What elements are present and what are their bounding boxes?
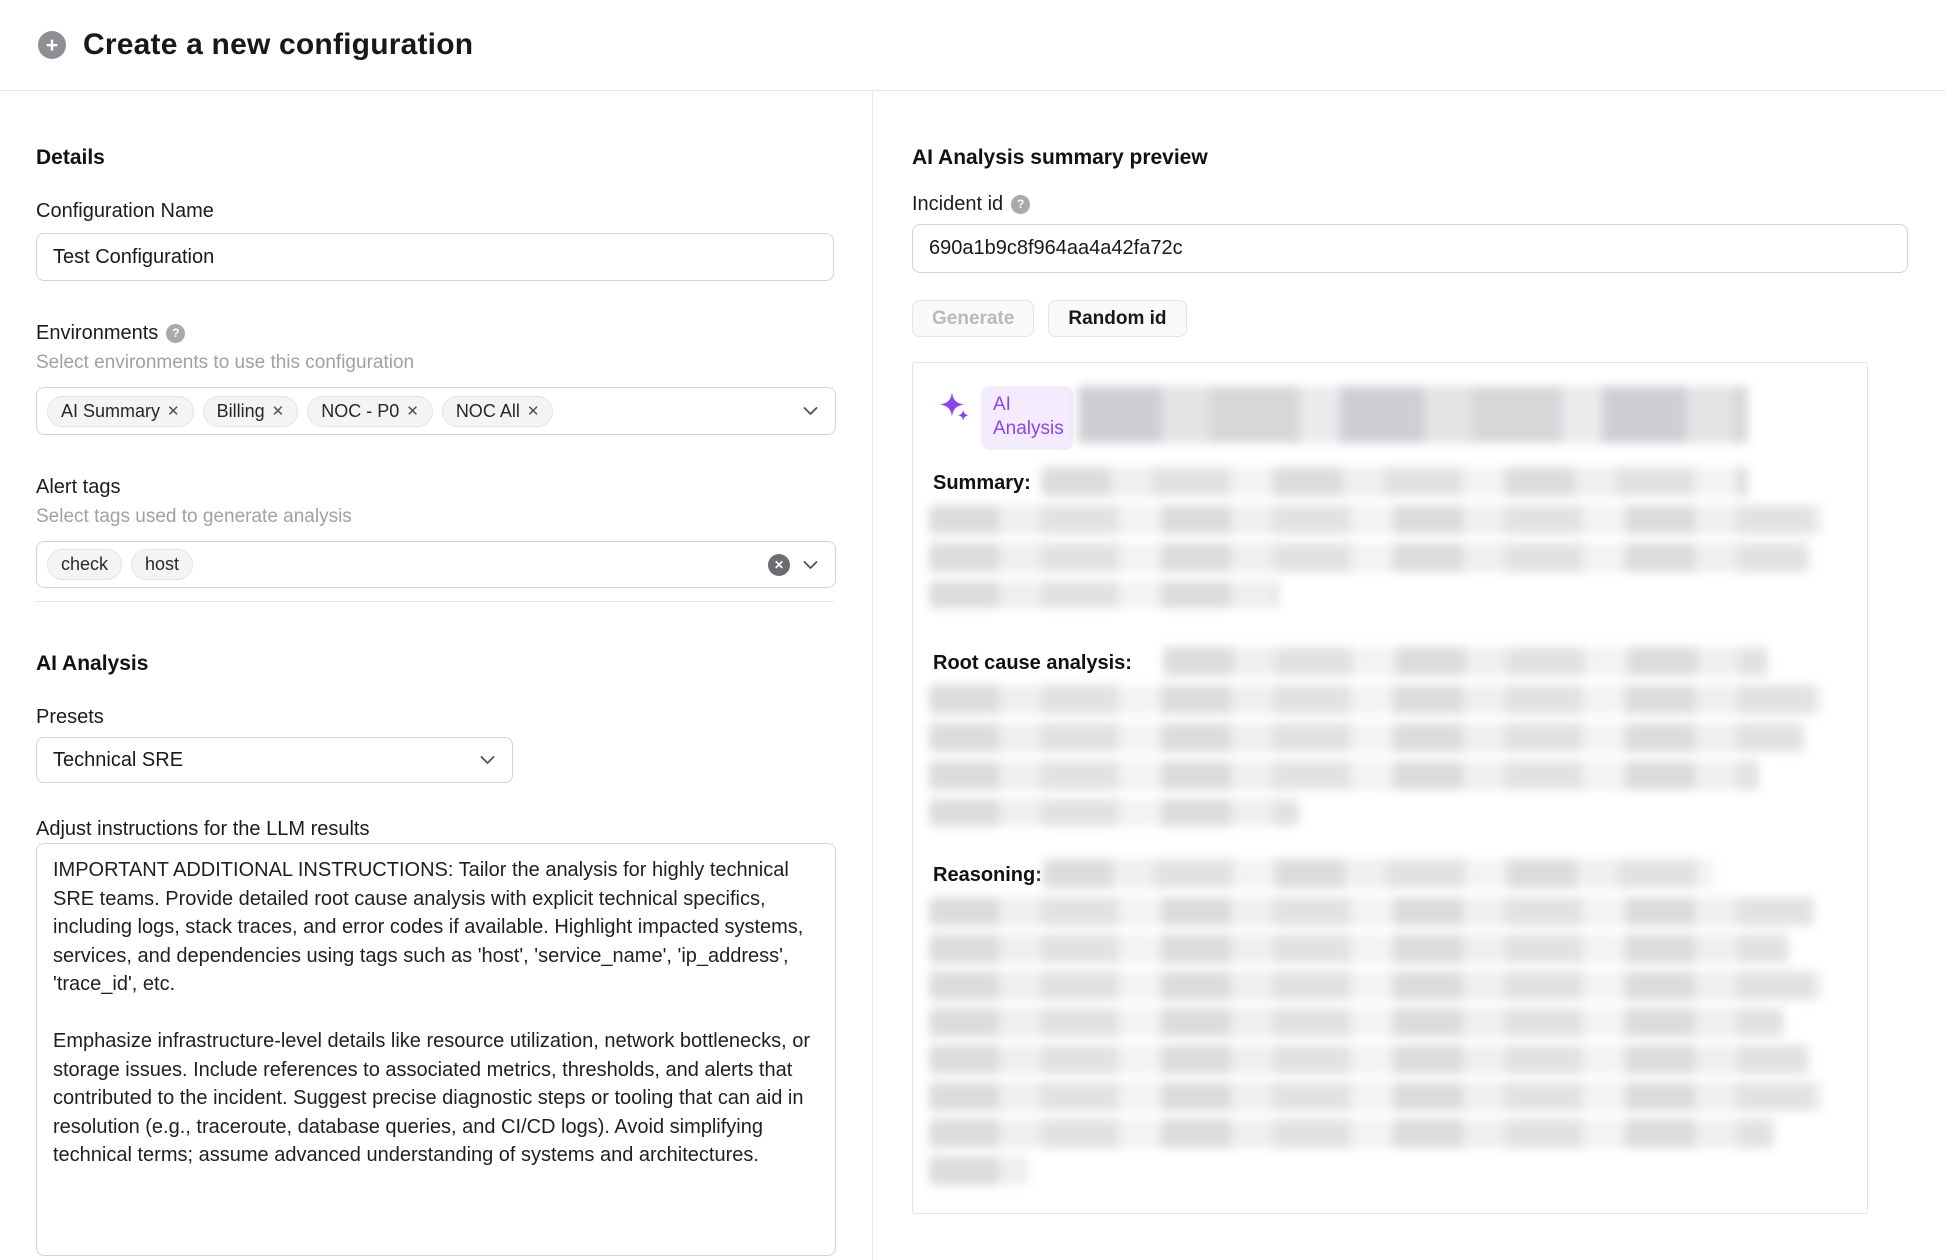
presets-label: Presets bbox=[36, 705, 834, 729]
summary-label: Summary: bbox=[933, 471, 1031, 495]
details-panel: Details Configuration Name Environments … bbox=[0, 91, 873, 1260]
redacted-text bbox=[929, 971, 1824, 1000]
environments-hint: Select environments to use this configur… bbox=[36, 351, 834, 375]
alert-tag: check bbox=[47, 549, 122, 580]
redacted-text bbox=[929, 799, 1299, 826]
page-header: + Create a new configuration bbox=[0, 0, 1946, 91]
remove-tag-icon[interactable]: ✕ bbox=[167, 402, 180, 420]
ai-analysis-heading: AI Analysis bbox=[36, 651, 834, 677]
redacted-text bbox=[929, 1045, 1809, 1074]
clear-all-icon[interactable]: ✕ bbox=[768, 554, 790, 576]
root-cause-label: Root cause analysis: bbox=[933, 651, 1132, 675]
redacted-text bbox=[929, 1082, 1824, 1111]
ai-analysis-badge: AI Analysis bbox=[981, 386, 1073, 450]
tag-label: Billing bbox=[217, 401, 265, 422]
preview-heading: AI Analysis summary preview bbox=[912, 145, 1908, 171]
chevron-down-icon[interactable] bbox=[803, 560, 818, 569]
incident-id-label: Incident id ? bbox=[912, 192, 1908, 216]
environment-tag: AI Summary ✕ bbox=[47, 396, 194, 427]
environments-multiselect[interactable]: AI Summary ✕ Billing ✕ NOC - P0 ✕ NOC Al… bbox=[36, 387, 836, 435]
alert-tags-label: Alert tags bbox=[36, 475, 834, 499]
ai-analysis-preview-card: AI Analysis Summary: Root cause analysis… bbox=[912, 362, 1868, 1214]
presets-selected-value: Technical SRE bbox=[53, 749, 183, 772]
random-id-button[interactable]: Random id bbox=[1048, 300, 1186, 337]
environment-tag: Billing ✕ bbox=[203, 396, 299, 427]
alert-tags-multiselect[interactable]: check host ✕ bbox=[36, 541, 836, 588]
plus-icon: + bbox=[38, 31, 66, 59]
redacted-text bbox=[929, 1156, 1029, 1185]
redacted-text bbox=[929, 1119, 1774, 1148]
alert-tags-hint: Select tags used to generate analysis bbox=[36, 505, 834, 529]
section-divider bbox=[36, 601, 834, 602]
tag-label: host bbox=[145, 554, 179, 575]
redacted-text bbox=[1163, 647, 1768, 676]
chevron-down-icon[interactable] bbox=[803, 407, 818, 416]
redacted-text bbox=[1043, 859, 1715, 888]
redacted-text bbox=[929, 723, 1804, 752]
details-heading: Details bbox=[36, 145, 834, 171]
chevron-down-icon bbox=[480, 756, 495, 765]
reasoning-label: Reasoning: bbox=[933, 863, 1042, 887]
config-name-label: Configuration Name bbox=[36, 199, 834, 223]
redacted-text bbox=[1041, 467, 1748, 496]
redacted-text bbox=[929, 685, 1824, 714]
sparkles-icon bbox=[937, 391, 973, 432]
environment-tag: NOC - P0 ✕ bbox=[307, 396, 433, 427]
environment-tag: NOC All ✕ bbox=[442, 396, 554, 427]
instructions-label: Adjust instructions for the LLM results bbox=[36, 817, 834, 841]
redacted-text bbox=[929, 581, 1279, 608]
tag-label: AI Summary bbox=[61, 401, 160, 422]
instructions-textarea[interactable]: IMPORTANT ADDITIONAL INSTRUCTIONS: Tailo… bbox=[36, 843, 836, 1256]
config-name-input[interactable] bbox=[36, 233, 834, 281]
incident-id-input[interactable] bbox=[912, 224, 1908, 273]
page-title: Create a new configuration bbox=[83, 28, 473, 62]
tag-label: NOC - P0 bbox=[321, 401, 399, 422]
presets-select[interactable]: Technical SRE bbox=[36, 737, 513, 783]
remove-tag-icon[interactable]: ✕ bbox=[406, 402, 419, 420]
help-icon[interactable]: ? bbox=[1011, 195, 1030, 214]
alert-tag: host bbox=[131, 549, 193, 580]
remove-tag-icon[interactable]: ✕ bbox=[272, 402, 285, 420]
generate-button[interactable]: Generate bbox=[912, 300, 1034, 337]
redacted-text bbox=[929, 761, 1759, 790]
preview-panel: AI Analysis summary preview Incident id … bbox=[873, 91, 1946, 1260]
preview-actions: Generate Random id bbox=[912, 300, 1908, 337]
redacted-text bbox=[929, 934, 1789, 963]
redacted-text bbox=[929, 1008, 1784, 1037]
tag-label: check bbox=[61, 554, 108, 575]
redacted-text bbox=[929, 543, 1809, 572]
tag-label: NOC All bbox=[456, 401, 520, 422]
environments-label: Environments ? bbox=[36, 321, 834, 345]
remove-tag-icon[interactable]: ✕ bbox=[527, 402, 540, 420]
redacted-text bbox=[929, 505, 1824, 534]
redacted-title bbox=[1078, 386, 1748, 443]
help-icon[interactable]: ? bbox=[166, 324, 185, 343]
redacted-text bbox=[929, 897, 1814, 926]
